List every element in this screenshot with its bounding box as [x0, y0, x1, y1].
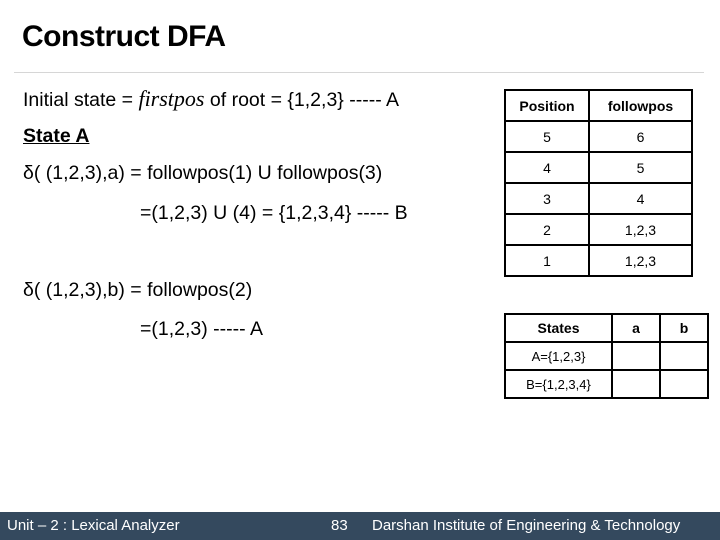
state-a-heading: State A — [23, 125, 90, 147]
table-header-row: Position followpos — [504, 89, 693, 122]
position-cell: 5 — [504, 120, 590, 153]
table-row: 2 1,2,3 — [504, 213, 693, 246]
followpos-cell: 5 — [588, 151, 693, 184]
footer-institute: Darshan Institute of Engineering & Techn… — [372, 517, 681, 534]
followpos-cell: 6 — [588, 120, 693, 153]
initial-state-line: Initial state = firstpos of root = {1,2,… — [23, 86, 399, 112]
followpos-cell: 1,2,3 — [588, 213, 693, 246]
header-states: States — [504, 313, 613, 343]
header-b: b — [659, 313, 709, 343]
delta-b-line: δ( (1,2,3),b) = followpos(2) — [23, 279, 253, 301]
table-row: A={1,2,3} — [504, 341, 709, 371]
position-cell: 4 — [504, 151, 590, 184]
table-row: 4 5 — [504, 151, 693, 184]
title-divider — [14, 72, 704, 73]
footer-bar: Unit – 2 : Lexical Analyzer 83 Darshan I… — [0, 512, 720, 540]
followpos-table: Position followpos 5 6 4 5 3 4 2 1,2,3 1… — [504, 89, 693, 277]
delta-a-line: δ( (1,2,3),a) = followpos(1) U followpos… — [23, 162, 383, 184]
position-cell: 1 — [504, 244, 590, 277]
transition-a-cell — [611, 341, 661, 371]
table-row: B={1,2,3,4} — [504, 369, 709, 399]
dfa-transition-table: States a b A={1,2,3} B={1,2,3,4} — [504, 313, 709, 399]
initial-state-suffix: of root = {1,2,3} ----- A — [204, 89, 400, 111]
header-a: a — [611, 313, 661, 343]
followpos-cell: 4 — [588, 182, 693, 215]
header-followpos: followpos — [588, 89, 693, 122]
table-header-row: States a b — [504, 313, 709, 343]
table-row: 3 4 — [504, 182, 693, 215]
position-cell: 2 — [504, 213, 590, 246]
firstpos-term: firstpos — [138, 86, 205, 111]
followpos-cell: 1,2,3 — [588, 244, 693, 277]
transition-a-cell — [611, 369, 661, 399]
table-row: 5 6 — [504, 120, 693, 153]
state-cell: A={1,2,3} — [504, 341, 613, 371]
footer-unit: Unit – 2 : Lexical Analyzer — [7, 517, 180, 534]
state-cell: B={1,2,3,4} — [504, 369, 613, 399]
header-position: Position — [504, 89, 590, 122]
slide-title: Construct DFA — [22, 20, 226, 53]
page-number: 83 — [331, 517, 348, 534]
initial-state-prefix: Initial state = — [23, 89, 139, 111]
table-row: 1 1,2,3 — [504, 244, 693, 277]
transition-b-cell — [659, 369, 709, 399]
position-cell: 3 — [504, 182, 590, 215]
delta-a-result-line: =(1,2,3) U (4) = {1,2,3,4} ----- B — [140, 202, 408, 224]
delta-b-result-line: =(1,2,3) ----- A — [140, 318, 263, 340]
transition-b-cell — [659, 341, 709, 371]
